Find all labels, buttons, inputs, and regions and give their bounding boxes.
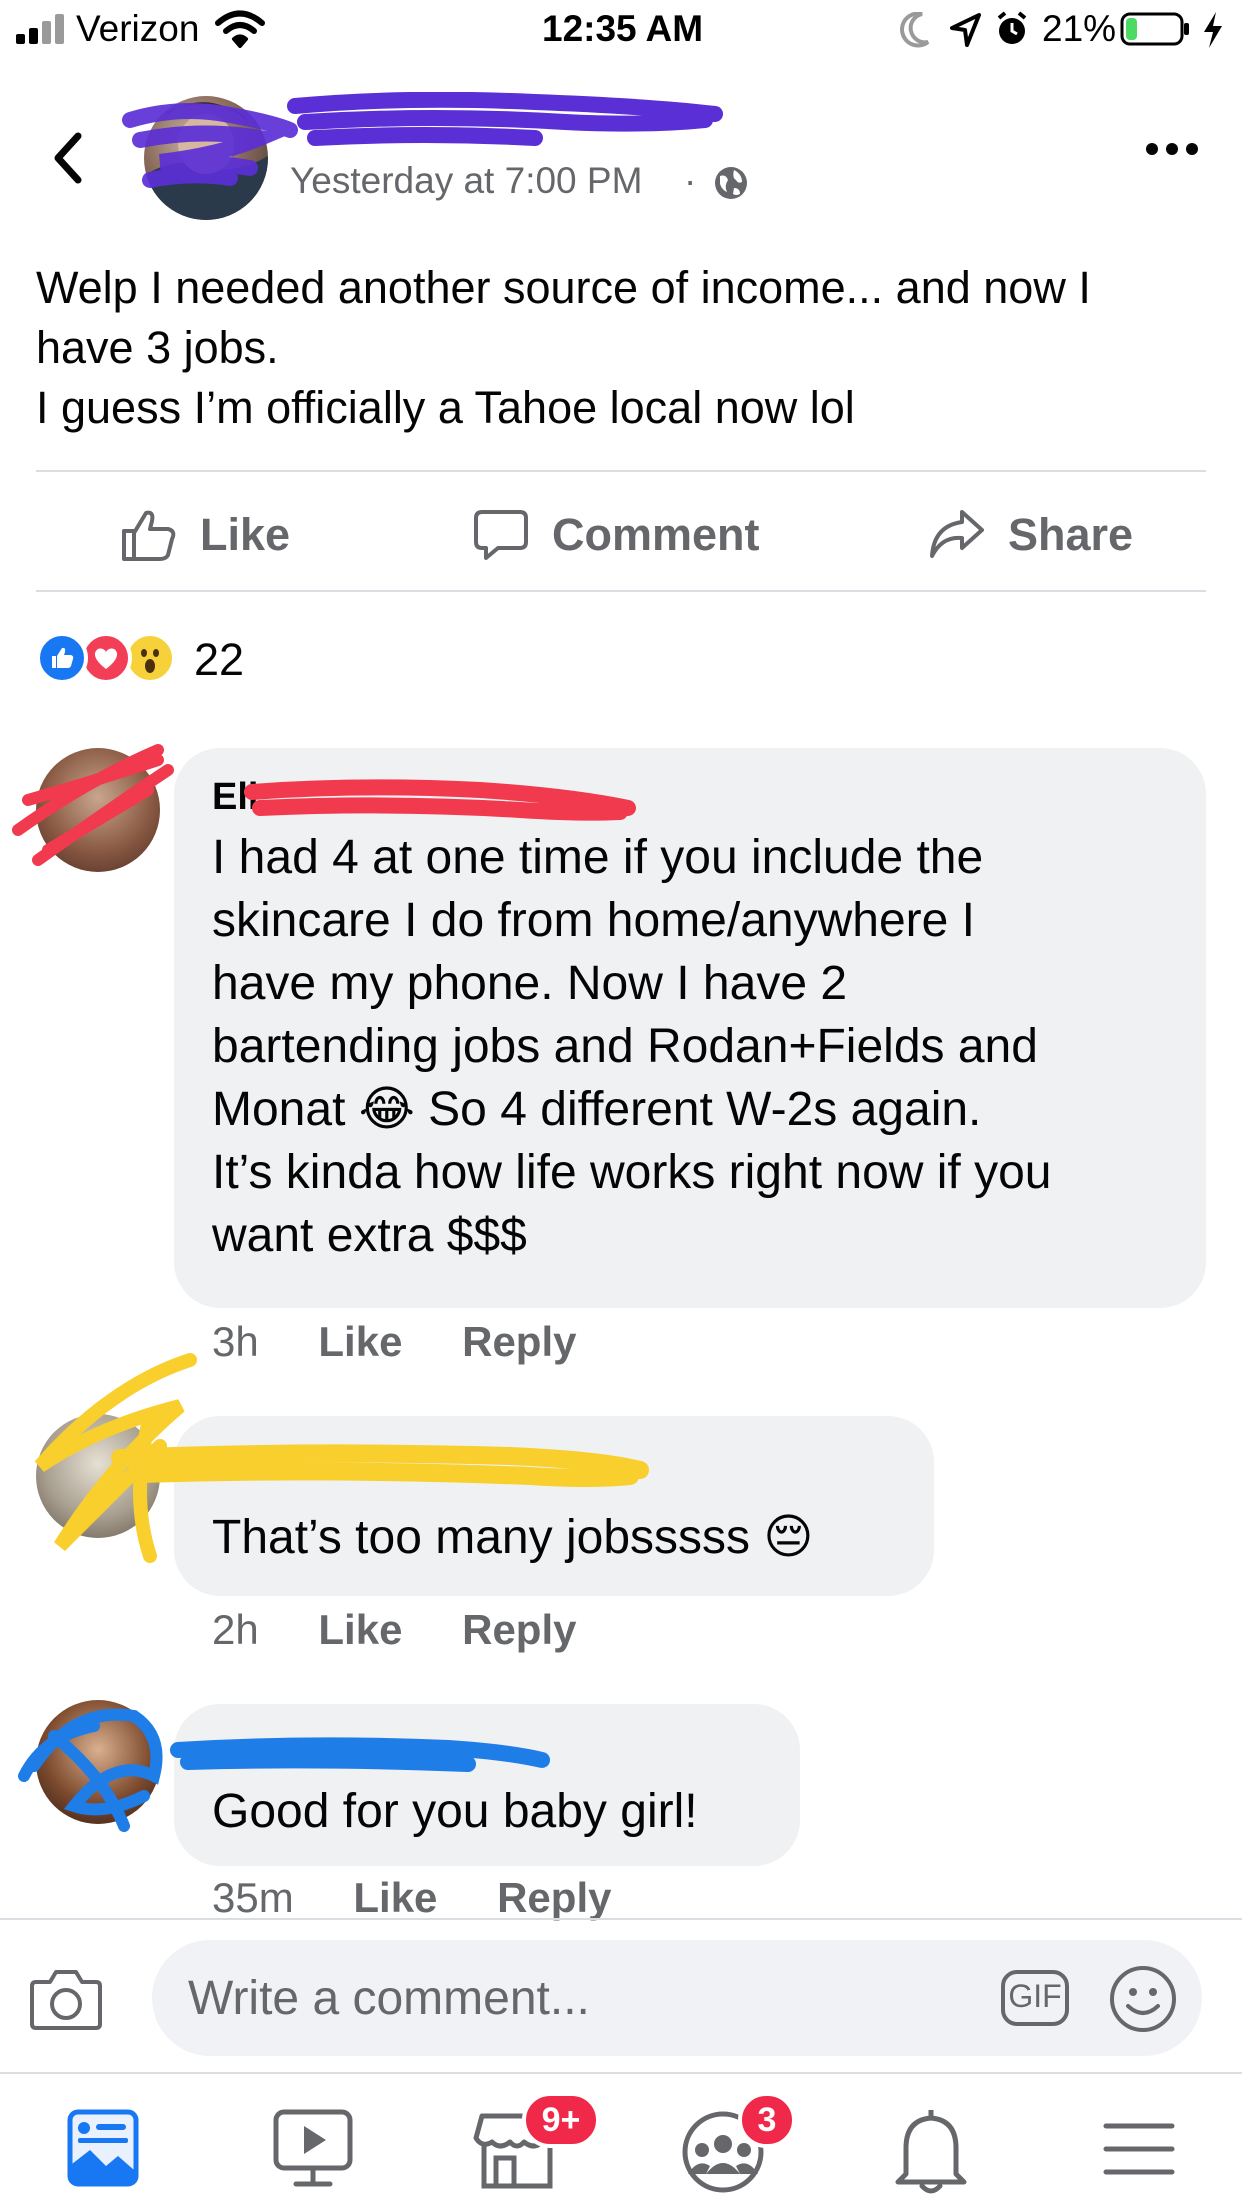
like-reaction-icon bbox=[36, 632, 88, 684]
comment-meta: 3h Like Reply bbox=[212, 1318, 576, 1366]
tab-marketplace[interactable]: 9+ bbox=[462, 2092, 600, 2204]
comment-button[interactable]: Comment bbox=[472, 500, 760, 570]
comment-text-line: It’s kinda how life works right now if y… bbox=[212, 1146, 1052, 1199]
back-chevron-icon[interactable] bbox=[48, 130, 88, 186]
like-label: Like bbox=[200, 509, 291, 560]
divider bbox=[36, 590, 1206, 592]
divider bbox=[0, 1918, 1242, 1920]
tab-notifications[interactable] bbox=[876, 2094, 986, 2204]
groups-badge: 3 bbox=[738, 2092, 796, 2148]
alarm-icon bbox=[997, 11, 1027, 44]
comment-reply-button[interactable]: Reply bbox=[462, 1318, 576, 1365]
comment-reply-button[interactable]: Reply bbox=[462, 1606, 576, 1653]
comment-time[interactable]: 2h bbox=[212, 1606, 259, 1653]
menu-icon bbox=[1103, 2123, 1175, 2175]
marketplace-badge: 9+ bbox=[522, 2092, 600, 2148]
signal-strength-icon bbox=[16, 14, 68, 44]
comment-like-button[interactable]: Like bbox=[353, 1874, 437, 1921]
notifications-icon bbox=[895, 2110, 967, 2194]
tab-menu[interactable] bbox=[1084, 2094, 1194, 2204]
comment-reply-button[interactable]: Reply bbox=[497, 1874, 611, 1921]
comment-text-line: Monat 😂 So 4 different W-2s again. bbox=[212, 1083, 982, 1136]
gif-label: GIF bbox=[1008, 1978, 1062, 2014]
comment-text-line: bartending jobs and Rodan+Fields and bbox=[212, 1020, 1038, 1073]
tab-news-feed[interactable] bbox=[48, 2094, 158, 2204]
redaction-scribble bbox=[12, 744, 174, 866]
meta-separator: · bbox=[684, 160, 697, 201]
comment-text: I had 4 at one time if you include the s… bbox=[212, 826, 1051, 1267]
share-arrow-icon bbox=[930, 510, 984, 558]
moon-icon bbox=[900, 12, 930, 48]
post-text-line: I guess I’m officially a Tahoe local now… bbox=[36, 382, 855, 433]
comment-time[interactable]: 35m bbox=[212, 1874, 294, 1921]
more-options-icon[interactable] bbox=[1144, 140, 1200, 158]
tab-groups[interactable]: 3 bbox=[668, 2092, 796, 2204]
redaction-scribble bbox=[287, 92, 723, 146]
comment-text-line: I had 4 at one time if you include the bbox=[212, 831, 984, 884]
news-feed-icon bbox=[67, 2109, 139, 2187]
comment-text-line: Good for you baby girl! bbox=[212, 1785, 698, 1838]
location-arrow-icon bbox=[950, 13, 981, 47]
comment-meta: 35m Like Reply bbox=[212, 1874, 611, 1922]
comment-text-line: skincare I do from home/anywhere I bbox=[212, 894, 976, 947]
redaction-scribble bbox=[244, 779, 636, 821]
battery-percent: 21% bbox=[1042, 8, 1117, 49]
redaction-scribble bbox=[170, 1737, 550, 1772]
divider bbox=[36, 470, 1206, 472]
status-bar: Verizon 12:35 AM 21% bbox=[0, 0, 1242, 60]
comment-like-button[interactable]: Like bbox=[318, 1318, 402, 1365]
divider bbox=[0, 2072, 1242, 2074]
comment-text: Good for you baby girl! bbox=[212, 1780, 698, 1843]
tab-watch[interactable] bbox=[258, 2094, 368, 2204]
watch-icon bbox=[273, 2109, 353, 2187]
reaction-count: 22 bbox=[194, 634, 245, 685]
comment-meta: 2h Like Reply bbox=[212, 1606, 576, 1654]
camera-icon[interactable] bbox=[28, 1966, 104, 2032]
globe-icon[interactable] bbox=[712, 164, 750, 202]
charging-bolt-icon bbox=[1204, 12, 1222, 48]
post-text-line: have 3 jobs. bbox=[36, 322, 279, 373]
thumbs-up-icon bbox=[122, 510, 176, 561]
like-button[interactable]: Like bbox=[120, 500, 290, 570]
carrier-name: Verizon bbox=[76, 8, 200, 49]
post-body: Welp I needed another source of income..… bbox=[36, 258, 1206, 438]
comment-text-line: have my phone. Now I have 2 bbox=[212, 957, 848, 1010]
post-text-line: Welp I needed another source of income..… bbox=[36, 262, 1091, 313]
comment-bubble: Good for you baby girl! bbox=[174, 1704, 800, 1866]
battery-icon bbox=[1120, 12, 1190, 46]
comment-time[interactable]: 3h bbox=[212, 1318, 259, 1365]
comment-like-button[interactable]: Like bbox=[318, 1606, 402, 1653]
clock: 12:35 AM bbox=[542, 8, 704, 49]
comment-text-line: want extra $$$ bbox=[212, 1209, 527, 1262]
comment-text-line: That’s too many jobsssss 😔 bbox=[212, 1511, 814, 1564]
comment-label: Comment bbox=[552, 509, 760, 560]
comment-bubble-icon bbox=[474, 510, 528, 560]
reactions-summary[interactable]: 22 bbox=[36, 632, 436, 688]
gif-button[interactable]: GIF bbox=[1000, 1968, 1070, 2028]
share-label: Share bbox=[1008, 509, 1134, 560]
wifi-icon bbox=[215, 10, 265, 48]
redaction-scribble bbox=[111, 1444, 649, 1487]
emoji-icon[interactable] bbox=[1108, 1964, 1178, 2034]
comment-bubble: Eli I had 4 at one time if you include t… bbox=[174, 748, 1206, 1308]
share-button[interactable]: Share bbox=[928, 500, 1133, 570]
redaction-scribble bbox=[18, 1708, 163, 1832]
post-timestamp[interactable]: Yesterday at 7:00 PM bbox=[290, 160, 642, 202]
comment-text: That’s too many jobsssss 😔 bbox=[212, 1506, 813, 1569]
